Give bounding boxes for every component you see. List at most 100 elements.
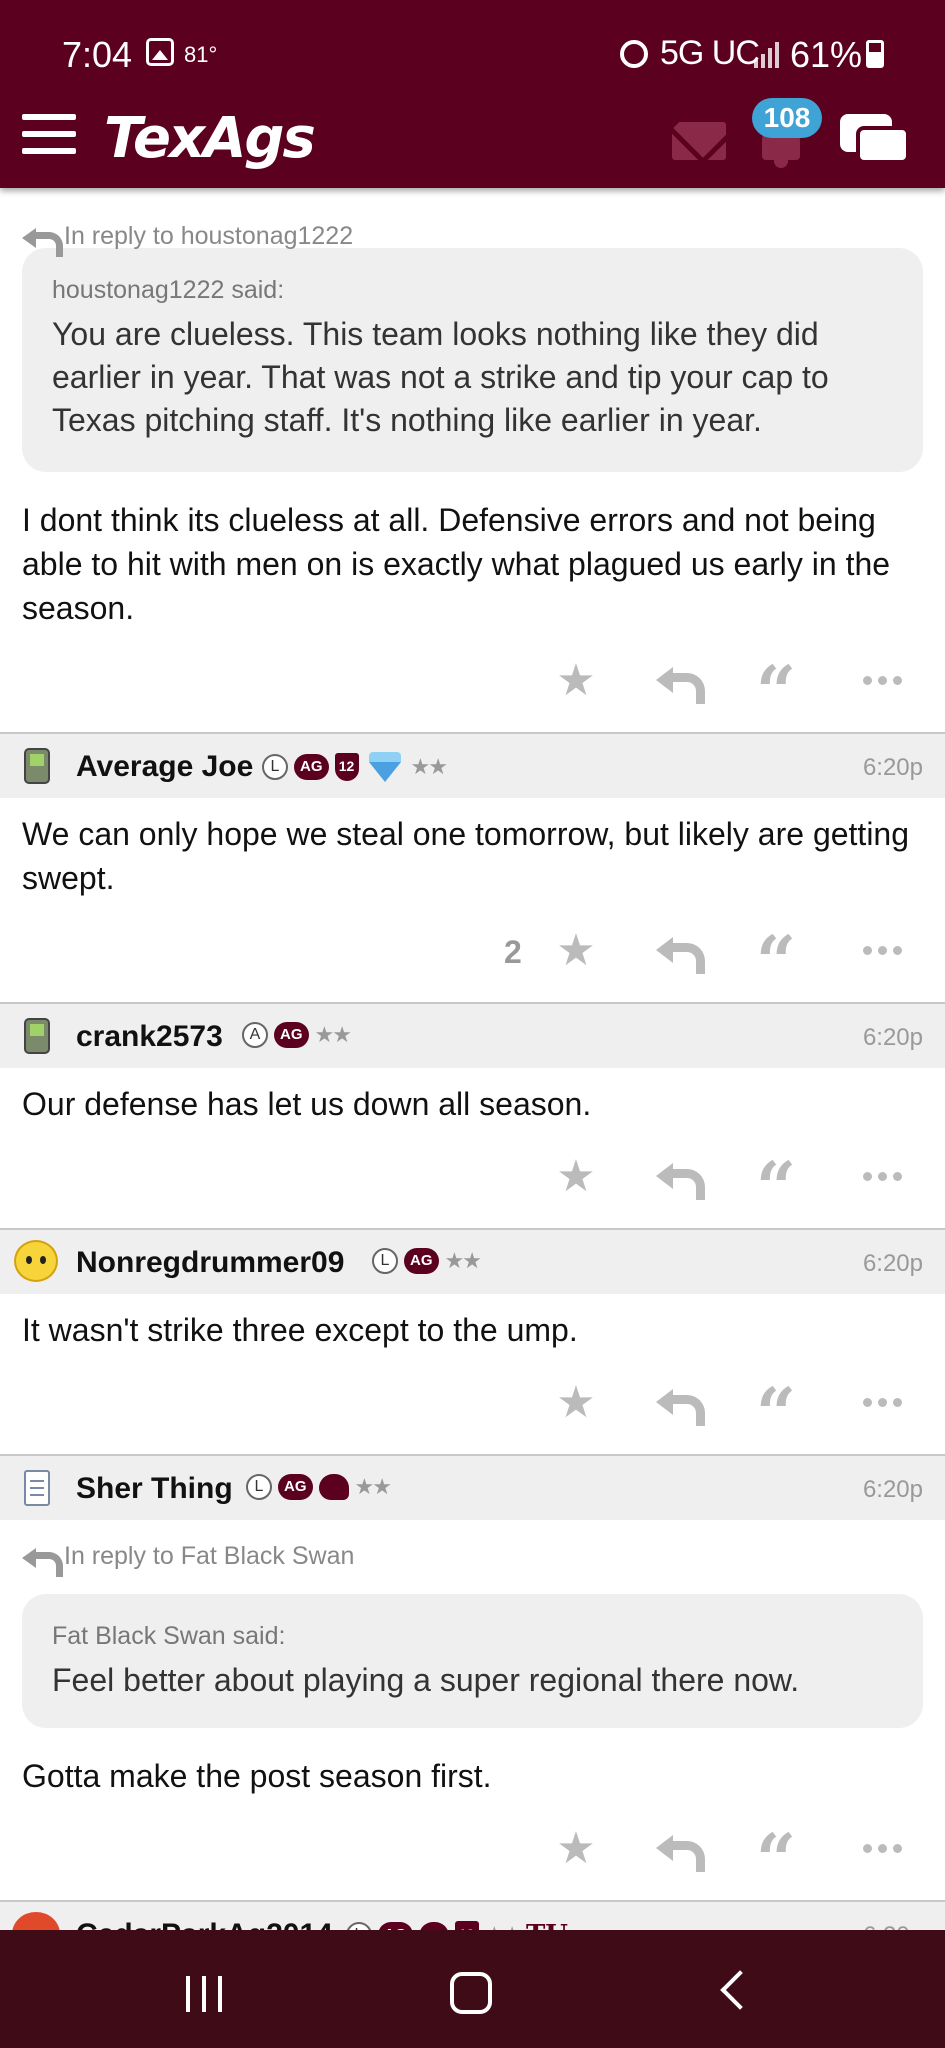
badge-l: L bbox=[246, 1474, 272, 1500]
reply-to-text: In reply to houstonag1222 bbox=[64, 222, 354, 250]
chat-icon[interactable] bbox=[840, 110, 912, 170]
notepad-icon bbox=[24, 1470, 50, 1506]
more-icon[interactable] bbox=[854, 926, 910, 974]
badge-stars: ★★ bbox=[410, 754, 448, 779]
star-icon[interactable]: ★ bbox=[548, 926, 604, 975]
star-icon[interactable]: ★ bbox=[548, 1378, 604, 1427]
reply-icon[interactable] bbox=[648, 1824, 705, 1872]
reply-icon[interactable] bbox=[648, 1378, 705, 1426]
post-actions: ★ “ bbox=[0, 1352, 945, 1454]
status-battery: 61% bbox=[790, 34, 863, 75]
quote-icon[interactable]: “ bbox=[748, 656, 804, 727]
post: Sher Thing L AG ★★ 6:20p In reply to Fat… bbox=[0, 1454, 945, 1900]
badge-ag: AG bbox=[274, 1022, 309, 1048]
top-bar: 7:04 81° 5G UC 61% TexAgs 108 bbox=[0, 0, 945, 188]
mail-icon[interactable] bbox=[672, 122, 726, 160]
more-icon[interactable] bbox=[854, 1824, 910, 1872]
smiley-avatar-icon bbox=[14, 1240, 58, 1282]
post: In reply to houstonag1222 houstonag1222 … bbox=[0, 188, 945, 732]
user-badges: A AG ★★ bbox=[242, 1022, 352, 1048]
helmet-icon bbox=[318, 1474, 349, 1500]
alarm-icon bbox=[620, 40, 648, 68]
quote-icon[interactable]: “ bbox=[748, 926, 804, 997]
post-time: 6:20p bbox=[862, 754, 923, 781]
texags-logo[interactable]: TexAgs bbox=[104, 106, 316, 171]
more-icon[interactable] bbox=[854, 656, 910, 704]
post: Average Joe L AG 12 ★★ 6:20p We can only… bbox=[0, 732, 945, 1002]
post-body: It wasn't strike three except to the ump… bbox=[22, 1312, 578, 1348]
post-author[interactable]: Sher Thing bbox=[76, 1472, 233, 1506]
badge-ag: AG bbox=[294, 754, 329, 780]
post-body: Our defense has let us down all season. bbox=[22, 1086, 592, 1122]
post: crank2573 A AG ★★ 6:20p Our defense has … bbox=[0, 1002, 945, 1228]
more-icon[interactable] bbox=[854, 1378, 910, 1426]
quote-author: Fat Black Swan said: bbox=[52, 1622, 286, 1650]
reply-icon[interactable] bbox=[648, 1152, 705, 1200]
post-header: Sher Thing L AG ★★ 6:20p bbox=[0, 1454, 945, 1520]
user-badges: L AG ★★ bbox=[372, 1248, 482, 1274]
quote-text: You are clueless. This team looks nothin… bbox=[52, 316, 829, 438]
phone-icon bbox=[24, 1018, 50, 1054]
star-icon[interactable]: ★ bbox=[548, 656, 604, 705]
reply-icon[interactable] bbox=[648, 656, 705, 704]
status-time: 7:04 bbox=[62, 34, 133, 75]
quote-block: Fat Black Swan said: Feel better about p… bbox=[22, 1594, 923, 1728]
post-actions: ★ “ bbox=[0, 1798, 945, 1900]
post-header: Nonregdrummer09 L AG ★★ 6:20p bbox=[0, 1228, 945, 1294]
home-icon[interactable] bbox=[450, 1972, 492, 2014]
quote-icon[interactable]: “ bbox=[748, 1824, 804, 1895]
phone-icon bbox=[24, 748, 50, 784]
star-icon[interactable]: ★ bbox=[548, 1152, 604, 1201]
gallery-notification-icon bbox=[146, 38, 174, 66]
back-icon[interactable] bbox=[720, 1970, 760, 2010]
user-badges: L AG 12 ★★ bbox=[262, 752, 448, 782]
diamond-icon bbox=[365, 752, 405, 782]
post-author[interactable]: Nonregdrummer09 bbox=[76, 1246, 344, 1280]
badge-a: A bbox=[242, 1022, 268, 1048]
reply-icon[interactable] bbox=[648, 926, 705, 974]
reply-arrow-icon bbox=[22, 226, 63, 258]
reply-to-link[interactable]: In reply to Fat Black Swan bbox=[0, 1520, 945, 1580]
post-time: 6:20p bbox=[862, 1250, 923, 1277]
quote-block: houstonag1222 said: You are clueless. Th… bbox=[22, 248, 923, 472]
post-time: 6:20p bbox=[862, 1476, 923, 1503]
reply-to-text: In reply to Fat Black Swan bbox=[64, 1542, 355, 1570]
user-badges: L AG ★★ bbox=[246, 1474, 392, 1500]
post-body: We can only hope we steal one tomorrow, … bbox=[22, 816, 910, 896]
signal-icon bbox=[754, 40, 780, 68]
post-actions: 2 ★ “ bbox=[0, 900, 945, 1002]
star-icon[interactable]: ★ bbox=[548, 1824, 604, 1873]
badge-stars: ★★ bbox=[314, 1022, 352, 1047]
quote-icon[interactable]: “ bbox=[748, 1378, 804, 1449]
quote-icon[interactable]: “ bbox=[748, 1152, 804, 1223]
badge-stars: ★★ bbox=[354, 1474, 392, 1499]
post-body: I dont think its clueless at all. Defens… bbox=[22, 502, 891, 626]
post-body: Gotta make the post season first. bbox=[22, 1758, 492, 1794]
badge-12: 12 bbox=[334, 753, 359, 781]
recent-apps-icon[interactable] bbox=[186, 1976, 226, 2012]
status-network: 5G UC bbox=[660, 34, 760, 72]
post-actions: ★ “ bbox=[0, 1126, 945, 1228]
badge-l: L bbox=[262, 754, 288, 780]
reply-to-link[interactable]: In reply to houstonag1222 bbox=[0, 188, 945, 258]
star-count: 2 bbox=[504, 934, 522, 970]
post-author[interactable]: Average Joe bbox=[76, 750, 253, 784]
notification-count-badge[interactable]: 108 bbox=[752, 98, 822, 138]
status-temperature: 81° bbox=[184, 42, 218, 67]
post-author[interactable]: crank2573 bbox=[76, 1020, 223, 1054]
system-nav-bar bbox=[0, 1930, 945, 2048]
more-icon[interactable] bbox=[854, 1152, 910, 1200]
reply-arrow-icon bbox=[22, 1546, 63, 1578]
quote-text: Feel better about playing a super region… bbox=[52, 1662, 800, 1698]
post-time: 6:20p bbox=[862, 1024, 923, 1051]
quote-author: houstonag1222 said: bbox=[52, 276, 285, 304]
badge-ag: AG bbox=[278, 1474, 313, 1500]
post-actions: ★ “ bbox=[0, 630, 945, 732]
post-header: crank2573 A AG ★★ 6:20p bbox=[0, 1002, 945, 1068]
badge-ag: AG bbox=[404, 1248, 439, 1274]
post-header: Average Joe L AG 12 ★★ 6:20p bbox=[0, 732, 945, 798]
menu-icon[interactable] bbox=[22, 114, 76, 156]
app-bar: TexAgs 108 bbox=[0, 98, 945, 188]
thread-content: In reply to houstonag1222 houstonag1222 … bbox=[0, 188, 945, 1966]
battery-icon bbox=[866, 40, 884, 68]
